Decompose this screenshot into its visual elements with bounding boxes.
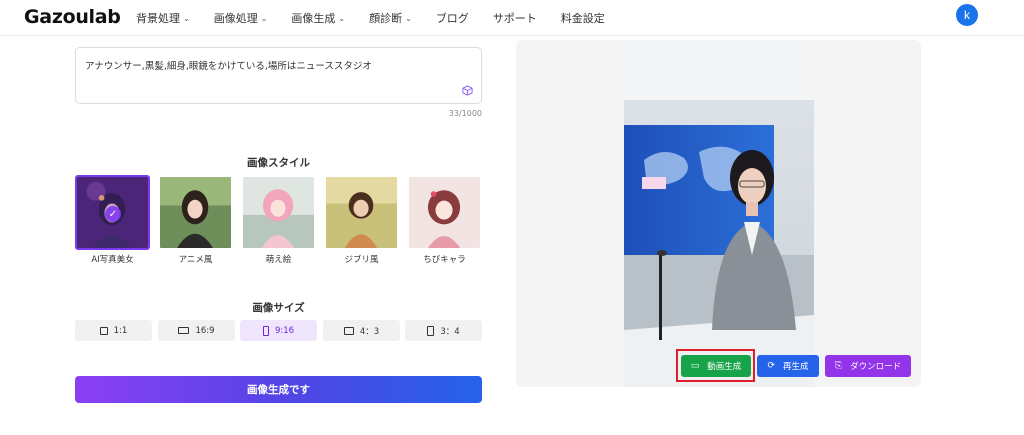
- size-options: 1:1 16:9 9:16 4：3 3：4: [75, 320, 482, 341]
- generated-image: [624, 40, 814, 387]
- style-thumbnail: [241, 175, 316, 250]
- regenerate-button[interactable]: ⟳ 再生成: [757, 355, 819, 377]
- nav-item-support[interactable]: サポート: [493, 10, 537, 26]
- style-label: 萌え絵: [265, 255, 292, 265]
- size-option-1-1[interactable]: 1:1: [75, 320, 152, 341]
- character-counter: 33/1000: [448, 109, 482, 118]
- top-header: Gazoulab 背景処理 ⌄ 画像処理 ⌄ 画像生成 ⌄ 顔診断 ⌄ ブログ サポート…: [0, 0, 1024, 36]
- nav-item-pricing[interactable]: 料金設定: [561, 10, 605, 26]
- button-label: 動画生成: [707, 362, 742, 372]
- chevron-down-icon: ⌄: [260, 13, 268, 23]
- style-section-title: 画像スタイル: [247, 157, 310, 169]
- style-options: ✓ AI写真美女 アニメ風 萌え絵 ジブリ風 ちびキャラ: [75, 175, 482, 265]
- style-thumbnail: [407, 175, 482, 250]
- size-label: 3：4: [440, 326, 460, 337]
- nav-label: 背景処理: [136, 12, 180, 25]
- brand-logo[interactable]: Gazoulab: [24, 6, 121, 28]
- portrait-icon: [427, 325, 435, 336]
- style-thumbnail: ✓: [75, 175, 150, 250]
- nav-label: 顔診断: [369, 12, 403, 25]
- button-label: 再生成: [783, 362, 809, 372]
- refresh-icon: ⟳: [767, 361, 776, 371]
- button-label: ダウンロード: [850, 362, 902, 372]
- prompt-text: アナウンサー,黒髪,細身,眼鏡をかけている,場所はニューススタジオ: [85, 61, 372, 72]
- chevron-down-icon: ⌄: [338, 13, 346, 23]
- style-label: ちびキャラ: [423, 255, 466, 265]
- download-file-icon: ⎘: [834, 361, 843, 371]
- main-nav: 背景処理 ⌄ 画像処理 ⌄ 画像生成 ⌄ 顔診断 ⌄ ブログ サポート 料金設定: [136, 0, 629, 36]
- size-option-9-16[interactable]: 9:16: [240, 320, 317, 341]
- size-label: 16:9: [195, 325, 215, 336]
- style-option-chibi[interactable]: ちびキャラ: [407, 175, 482, 265]
- style-option-anime[interactable]: アニメ風: [158, 175, 233, 265]
- landscape-icon: [178, 327, 190, 334]
- size-label: 9:16: [274, 325, 295, 336]
- size-option-4-3[interactable]: 4：3: [323, 320, 400, 341]
- nav-label: サポート: [492, 12, 537, 25]
- square-icon: [99, 326, 108, 335]
- style-label: アニメ風: [178, 255, 213, 265]
- video-camera-icon: ▭: [690, 361, 700, 371]
- size-option-16-9[interactable]: 16:9: [158, 320, 235, 341]
- user-avatar[interactable]: k: [956, 4, 978, 26]
- size-label: 1:1: [113, 325, 128, 336]
- style-thumbnail: [158, 175, 233, 250]
- size-section-title: 画像サイズ: [252, 302, 305, 314]
- generate-image-button[interactable]: 画像生成です: [75, 376, 482, 403]
- nav-label: ブログ: [435, 12, 469, 25]
- nav-label: 画像処理: [213, 12, 258, 25]
- nav-item-blog[interactable]: ブログ: [436, 10, 469, 26]
- nav-item-face-diagnosis[interactable]: 顔診断 ⌄: [369, 10, 412, 26]
- generate-video-button[interactable]: ▭ 動画生成: [681, 355, 751, 377]
- portrait-icon: [262, 325, 269, 336]
- style-option-moe[interactable]: 萌え絵: [241, 175, 316, 265]
- prompt-input[interactable]: アナウンサー,黒髪,細身,眼鏡をかけている,場所はニューススタジオ: [75, 47, 482, 104]
- style-thumbnail: [324, 175, 399, 250]
- style-label: AI写真美女: [91, 255, 134, 265]
- nav-item-background[interactable]: 背景処理 ⌄: [136, 10, 190, 26]
- chevron-down-icon: ⌄: [405, 13, 412, 23]
- nav-label: 画像生成: [291, 12, 336, 25]
- landscape-icon: [343, 326, 354, 335]
- check-icon: ✓: [105, 206, 121, 222]
- style-option-ghibli[interactable]: ジブリ風: [324, 175, 399, 265]
- chevron-down-icon: ⌄: [183, 13, 190, 23]
- nav-item-image-processing[interactable]: 画像処理 ⌄: [214, 10, 268, 26]
- style-label: ジブリ風: [344, 255, 379, 265]
- style-option-ai-photo[interactable]: ✓ AI写真美女: [75, 175, 150, 265]
- nav-label: 料金設定: [560, 12, 605, 25]
- download-button[interactable]: ⎘ ダウンロード: [825, 355, 911, 377]
- cube-icon[interactable]: [462, 85, 473, 96]
- size-label: 4：3: [359, 326, 380, 337]
- nav-item-image-generation[interactable]: 画像生成 ⌄: [291, 10, 345, 26]
- size-option-3-4[interactable]: 3：4: [405, 320, 482, 341]
